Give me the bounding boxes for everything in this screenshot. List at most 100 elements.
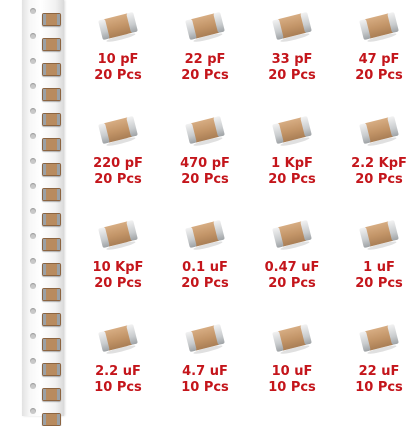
tape-pocket-chip [42, 13, 61, 26]
sprocket-hole [30, 183, 36, 189]
capacitor-item: 10 uF 10 Pcs [249, 312, 335, 416]
quantity-label: 20 Pcs [181, 68, 229, 83]
capacitor-item: 2.2 uF 10 Pcs [75, 312, 161, 416]
tape-pocket-chip [42, 288, 61, 301]
tape-pocket-chip [42, 138, 61, 151]
sprocket-hole [30, 358, 36, 364]
capacitor-item: 470 pF 20 Pcs [162, 104, 248, 208]
capacitance-value: 1 uF [363, 260, 395, 275]
capacitor-item: 0.1 uF 20 Pcs [162, 208, 248, 312]
capacitance-value: 220 pF [93, 156, 143, 171]
quantity-label: 20 Pcs [355, 172, 403, 187]
tape-pocket-chip [42, 88, 61, 101]
smd-capacitor-image [359, 11, 399, 44]
capacitance-value: 10 pF [97, 52, 139, 67]
tape-pocket-chip [42, 38, 61, 51]
capacitance-value: 10 KpF [92, 260, 144, 275]
sprocket-hole [30, 158, 36, 164]
quantity-label: 20 Pcs [181, 172, 229, 187]
smd-capacitor-image [98, 219, 138, 252]
component-tape-reel [22, 0, 64, 426]
quantity-label: 20 Pcs [94, 276, 142, 291]
capacitor-item: 2.2 KpF 20 Pcs [336, 104, 416, 208]
quantity-label: 10 Pcs [268, 380, 316, 395]
capacitor-item: 10 KpF 20 Pcs [75, 208, 161, 312]
tape-pocket-chip [42, 338, 61, 351]
smd-capacitor-image [359, 219, 399, 252]
capacitance-value: 0.47 uF [264, 260, 320, 275]
sprocket-hole [30, 58, 36, 64]
sprocket-hole [30, 133, 36, 139]
quantity-label: 20 Pcs [181, 276, 229, 291]
capacitor-item: 0.47 uF 20 Pcs [249, 208, 335, 312]
capacitance-value: 22 pF [184, 52, 226, 67]
capacitor-item: 47 pF 20 Pcs [336, 0, 416, 104]
smd-capacitor-image [272, 11, 312, 44]
capacitance-value: 22 uF [358, 364, 400, 379]
tape-pocket-chip [42, 413, 61, 426]
capacitor-item: 33 pF 20 Pcs [249, 0, 335, 104]
smd-capacitor-image [185, 11, 225, 44]
quantity-label: 10 Pcs [181, 380, 229, 395]
tape-pocket-chip [42, 363, 61, 376]
tape-pocket-chip [42, 388, 61, 401]
smd-capacitor-image [272, 219, 312, 252]
smd-capacitor-image [359, 115, 399, 148]
sprocket-hole [30, 8, 36, 14]
quantity-label: 10 Pcs [94, 380, 142, 395]
capacitance-value: 10 uF [271, 364, 313, 379]
quantity-label: 20 Pcs [94, 68, 142, 83]
tape-pocket-chip [42, 238, 61, 251]
sprocket-hole [30, 408, 36, 414]
smd-capacitor-image [185, 115, 225, 148]
capacitor-item: 220 pF 20 Pcs [75, 104, 161, 208]
capacitance-value: 4.7 uF [182, 364, 228, 379]
sprocket-hole [30, 308, 36, 314]
tape-pocket-chip [42, 213, 61, 226]
smd-capacitor-image [272, 323, 312, 356]
tape-pocket-chip [42, 188, 61, 201]
capacitor-item: 22 pF 20 Pcs [162, 0, 248, 104]
quantity-label: 20 Pcs [268, 68, 316, 83]
smd-capacitor-image [185, 323, 225, 356]
smd-capacitor-image [98, 115, 138, 148]
capacitor-item: 22 uF 10 Pcs [336, 312, 416, 416]
capacitance-value: 2.2 KpF [351, 156, 407, 171]
capacitor-item: 1 uF 20 Pcs [336, 208, 416, 312]
quantity-label: 20 Pcs [268, 172, 316, 187]
sprocket-hole [30, 333, 36, 339]
capacitor-item: 10 pF 20 Pcs [75, 0, 161, 104]
capacitance-value: 470 pF [180, 156, 230, 171]
sprocket-hole [30, 233, 36, 239]
tape-pocket-chip [42, 313, 61, 326]
sprocket-hole [30, 258, 36, 264]
capacitance-value: 1 KpF [271, 156, 313, 171]
smd-capacitor-image [98, 323, 138, 356]
smd-capacitor-image [98, 11, 138, 44]
sprocket-hole [30, 33, 36, 39]
smd-capacitor-image [185, 219, 225, 252]
capacitor-grid: 10 pF 20 Pcs 22 pF 20 Pcs 33 pF 20 Pcs 47 pF 20… [75, 0, 416, 416]
sprocket-hole [30, 283, 36, 289]
quantity-label: 20 Pcs [355, 276, 403, 291]
sprocket-hole [30, 83, 36, 89]
capacitor-item: 1 KpF 20 Pcs [249, 104, 335, 208]
capacitance-value: 33 pF [271, 52, 313, 67]
tape-pocket-chip [42, 163, 61, 176]
sprocket-hole [30, 208, 36, 214]
quantity-label: 20 Pcs [355, 68, 403, 83]
tape-pocket-chip [42, 113, 61, 126]
quantity-label: 20 Pcs [268, 276, 316, 291]
quantity-label: 10 Pcs [355, 380, 403, 395]
smd-capacitor-image [272, 115, 312, 148]
smd-capacitor-image [359, 323, 399, 356]
capacitor-item: 4.7 uF 10 Pcs [162, 312, 248, 416]
quantity-label: 20 Pcs [94, 172, 142, 187]
tape-pocket-chip [42, 263, 61, 276]
capacitance-value: 0.1 uF [182, 260, 228, 275]
sprocket-hole [30, 383, 36, 389]
capacitance-value: 2.2 uF [95, 364, 141, 379]
capacitance-value: 47 pF [358, 52, 400, 67]
sprocket-hole [30, 108, 36, 114]
tape-pocket-chip [42, 63, 61, 76]
